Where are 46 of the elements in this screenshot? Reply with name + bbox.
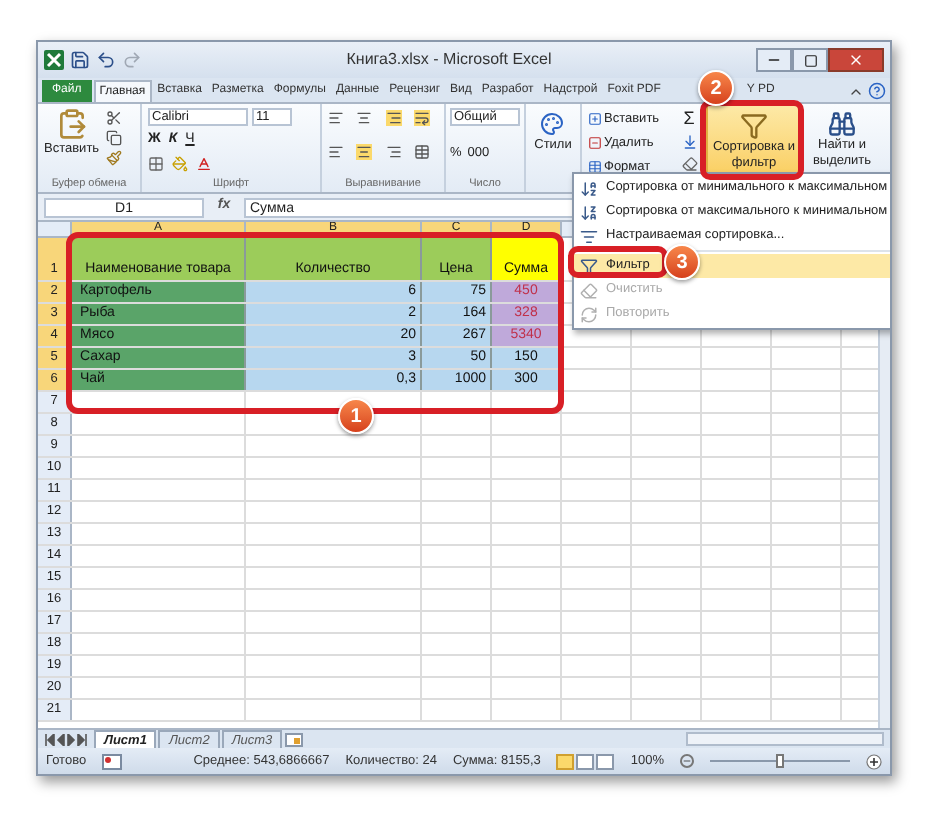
- close-icon: [848, 52, 864, 68]
- undo-icon[interactable]: [96, 50, 116, 70]
- sort-ascending-icon: [580, 179, 598, 197]
- cut-icon[interactable]: [105, 110, 122, 126]
- borders-icon[interactable]: [148, 156, 164, 173]
- align-center-icon[interactable]: [356, 144, 373, 161]
- window-title: Книга3.xlsx - Microsoft Excel: [344, 48, 554, 72]
- zoom-out-icon[interactable]: [680, 754, 694, 768]
- autosum-button[interactable]: Σ: [683, 110, 695, 128]
- fill-color-icon[interactable]: [172, 156, 188, 173]
- zoom-slider-thumb[interactable]: [776, 754, 784, 768]
- clipboard-icon: [55, 108, 88, 140]
- sort-descending-icon: [580, 203, 598, 221]
- palette-icon: [540, 112, 565, 136]
- help-icon[interactable]: [868, 82, 886, 100]
- format-painter-icon[interactable]: [105, 150, 122, 166]
- wrap-text-icon[interactable]: [413, 110, 430, 126]
- refresh-icon: [580, 305, 598, 323]
- eraser-icon: [580, 281, 598, 299]
- maximize-icon: [803, 53, 817, 67]
- filter-icon: [580, 257, 598, 275]
- new-sheet-icon[interactable]: [284, 732, 305, 748]
- fill-icon[interactable]: [681, 134, 697, 150]
- save-icon[interactable]: [70, 50, 90, 70]
- list-icon: [580, 227, 598, 245]
- font-color-icon[interactable]: [196, 156, 212, 173]
- close-button[interactable]: [828, 48, 884, 72]
- binoculars-icon: [828, 110, 856, 138]
- table-icon: [588, 159, 602, 174]
- zoom-slider[interactable]: [710, 754, 850, 768]
- align-left-icon[interactable]: [328, 144, 344, 161]
- horizontal-scrollbar[interactable]: [686, 732, 884, 746]
- filter-icon: [740, 112, 768, 140]
- zoom-in-icon[interactable]: [866, 753, 882, 769]
- insert-icon: [588, 112, 602, 127]
- minimize-button[interactable]: [756, 48, 792, 72]
- delete-icon: [588, 136, 602, 151]
- copy-icon[interactable]: [105, 130, 122, 146]
- clear-icon[interactable]: [681, 156, 697, 172]
- app-icon: [44, 50, 64, 70]
- macro-record-icon[interactable]: [102, 753, 123, 769]
- align-right-icon[interactable]: [385, 144, 401, 161]
- sheet-navigation-icon[interactable]: [44, 732, 92, 748]
- page-layout-icon[interactable]: [576, 753, 595, 769]
- page-break-icon[interactable]: [596, 753, 615, 769]
- maximize-button[interactable]: [792, 48, 828, 72]
